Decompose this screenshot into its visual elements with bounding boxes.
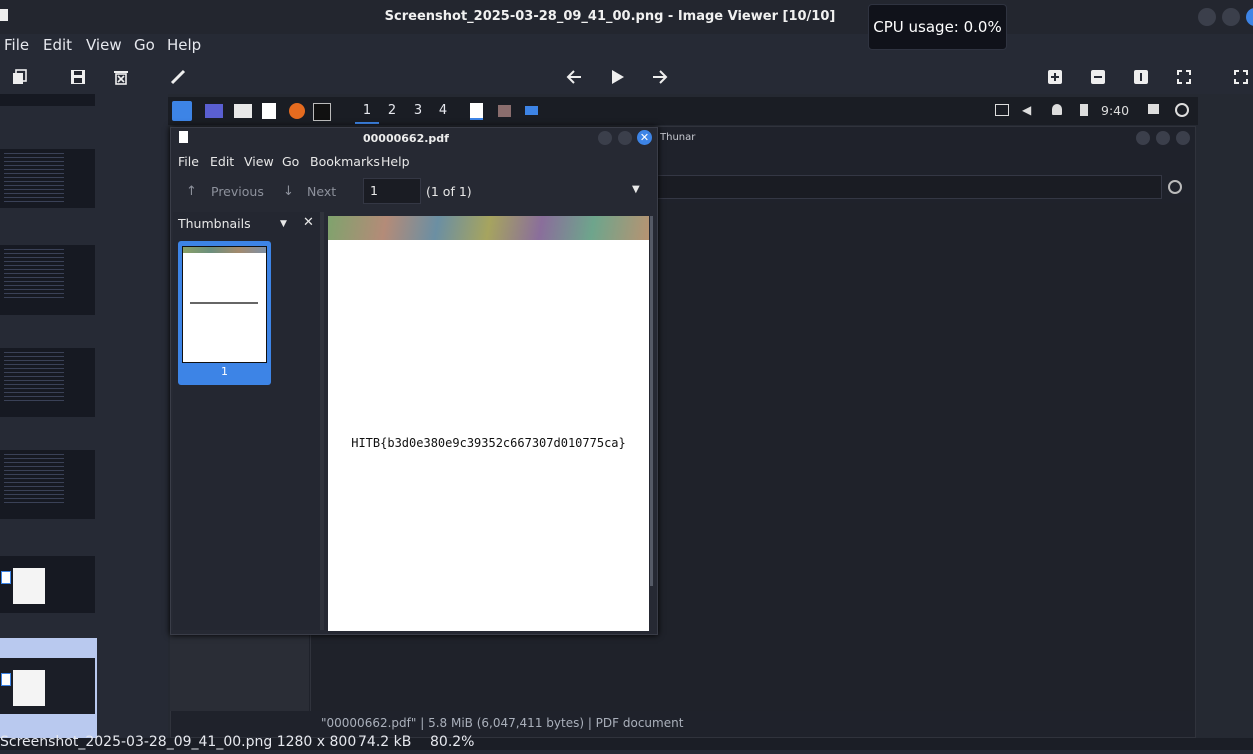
- thunar-title: Thunar: [660, 132, 696, 143]
- menu-go[interactable]: Go: [134, 36, 155, 54]
- cpu-tooltip: CPU usage: 0.0%: [868, 4, 1007, 50]
- thunar-minimize-button[interactable]: [1136, 131, 1150, 145]
- sidebar-dropdown-icon[interactable]: ▼: [280, 219, 287, 229]
- sidebar-divider[interactable]: [320, 212, 324, 630]
- menu-edit[interactable]: Edit: [43, 36, 72, 54]
- battery-icon[interactable]: [1080, 104, 1088, 116]
- pdf-app-icon: [179, 131, 188, 143]
- play-icon[interactable]: [606, 66, 628, 88]
- strip-thumbnail[interactable]: [0, 245, 95, 315]
- arrow-up-icon[interactable]: ↑: [186, 184, 197, 199]
- arrow-right-icon[interactable]: [649, 66, 671, 88]
- page-thumbnail-image: [182, 246, 267, 363]
- workspace-2[interactable]: 2: [380, 100, 404, 122]
- strip-thumbnail[interactable]: [0, 149, 95, 208]
- workspace-4[interactable]: 4: [431, 100, 455, 122]
- save-icon[interactable]: [67, 66, 89, 88]
- workspace-3[interactable]: 3: [406, 100, 430, 122]
- trash-icon[interactable]: [110, 66, 132, 88]
- pdf-minimize-button[interactable]: [598, 131, 612, 145]
- chevron-down-icon[interactable]: ▼: [632, 184, 640, 195]
- menu-view[interactable]: View: [86, 36, 122, 54]
- sidebar-close-icon[interactable]: ✕: [303, 215, 314, 230]
- zoom-in-icon[interactable]: [1044, 66, 1066, 88]
- window-title: Screenshot_2025-03-28_09_41_00.png - Ima…: [384, 9, 836, 24]
- pdf-menu-file[interactable]: File: [178, 154, 199, 169]
- arrow-down-icon[interactable]: ↓: [283, 184, 294, 199]
- previous-button[interactable]: Previous: [211, 184, 264, 199]
- zoom-out-icon[interactable]: [1087, 66, 1109, 88]
- page-count: (1 of 1): [426, 184, 472, 199]
- status-bar: Screenshot_2025-03-28_09_41_00.png 1280 …: [0, 734, 1253, 750]
- actual-size-icon[interactable]: [1130, 66, 1152, 88]
- workspace-1[interactable]: 1: [355, 100, 379, 124]
- pdf-content-text: HITB{b3d0e380e9c39352c667307d010775ca}: [351, 436, 626, 450]
- strip-thumbnail[interactable]: [0, 94, 95, 106]
- status-filename: Screenshot_2025-03-28_09_41_00.png 1280 …: [0, 734, 357, 750]
- pencil-icon[interactable]: [167, 66, 189, 88]
- pdf-menu-view[interactable]: View: [244, 154, 274, 169]
- volume-icon[interactable]: ◀: [1022, 103, 1031, 117]
- pdf-menu-edit[interactable]: Edit: [210, 154, 234, 169]
- thunar-location-bar[interactable]: [656, 175, 1162, 199]
- desktop-icon[interactable]: [205, 104, 223, 118]
- page-number-input[interactable]: 1: [363, 178, 421, 204]
- minimize-button[interactable]: [1198, 8, 1216, 26]
- text-editor-icon[interactable]: [262, 103, 276, 119]
- pdf-page: [328, 216, 649, 631]
- clock: 9:40: [1101, 103, 1130, 118]
- firefox-icon[interactable]: [289, 103, 305, 119]
- menu-help[interactable]: Help: [167, 36, 201, 54]
- thunar-maximize-button[interactable]: [1156, 131, 1170, 145]
- strip-thumbnail[interactable]: [0, 348, 95, 417]
- copy-icon[interactable]: [9, 66, 31, 88]
- thunar-statusbar: "00000662.pdf" | 5.8 MiB (6,047,411 byte…: [321, 716, 684, 730]
- pdf-window-title: 00000662.pdf: [363, 132, 449, 145]
- pdf-maximize-button[interactable]: [618, 131, 632, 145]
- pdf-scrollbar[interactable]: [650, 216, 653, 586]
- taskbar-pdf-icon[interactable]: [470, 103, 483, 120]
- toolbar: [0, 62, 1253, 94]
- display-icon[interactable]: [995, 104, 1009, 116]
- logout-icon[interactable]: [1175, 103, 1189, 117]
- fullscreen-icon[interactable]: [1230, 66, 1252, 88]
- terminal-icon[interactable]: [313, 103, 331, 121]
- sidebar-label: Thumbnails: [178, 216, 251, 231]
- kali-menu-icon[interactable]: [172, 101, 192, 121]
- menu-file[interactable]: File: [4, 36, 29, 54]
- status-zoom: 80.2%: [430, 734, 475, 750]
- strip-thumbnail-selected[interactable]: [0, 638, 97, 738]
- file-manager-icon[interactable]: [234, 104, 252, 118]
- lock-icon[interactable]: [1148, 104, 1159, 114]
- thumbnail-page-number: 1: [221, 365, 228, 378]
- fit-icon[interactable]: [1173, 66, 1195, 88]
- thunar-close-button[interactable]: [1176, 131, 1190, 145]
- next-button[interactable]: Next: [307, 184, 336, 199]
- taskbar-folder-icon[interactable]: [525, 106, 538, 115]
- maximize-button[interactable]: [1222, 8, 1240, 26]
- taskbar-app-icon[interactable]: [498, 105, 511, 117]
- pdf-close-button[interactable]: ✕: [637, 130, 652, 145]
- status-size: 74.2 kB: [358, 734, 412, 750]
- strip-thumbnail[interactable]: [0, 556, 95, 613]
- pdf-menu-bookmarks[interactable]: Bookmarks: [310, 154, 380, 169]
- arrow-left-icon[interactable]: [563, 66, 585, 88]
- strip-thumbnail[interactable]: [0, 450, 95, 519]
- bell-icon[interactable]: [1052, 104, 1062, 115]
- pdf-menu-go[interactable]: Go: [282, 154, 299, 169]
- search-icon[interactable]: [1168, 180, 1182, 194]
- pdf-menu-help[interactable]: Help: [381, 154, 410, 169]
